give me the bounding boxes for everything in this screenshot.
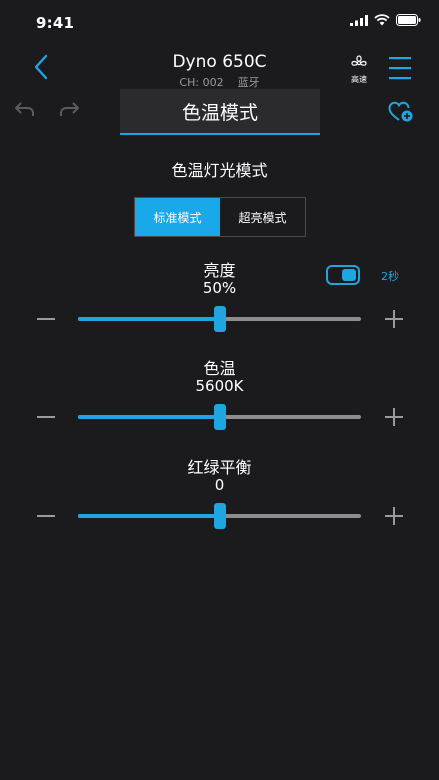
super-bright-mode-button[interactable]: 超亮模式 [220, 198, 305, 236]
brightness-increase-button[interactable] [385, 310, 403, 328]
gm-slider-fill [78, 514, 220, 518]
device-title-block: Dyno 650C CH: 002 蓝牙 [0, 52, 439, 90]
brightness-decrease-button[interactable] [37, 318, 55, 320]
fan-icon [351, 55, 367, 66]
gm-balance-label: 红绿平衡 [187, 458, 252, 477]
brightness-value: 50% [202, 279, 237, 297]
fade-duration[interactable]: 2秒 [381, 268, 399, 284]
gm-balance-value: 0 [214, 476, 225, 494]
undo-button[interactable] [14, 100, 36, 122]
standard-mode-button[interactable]: 标准模式 [135, 198, 220, 236]
brightness-slider-thumb[interactable] [213, 306, 226, 332]
cct-slider-thumb[interactable] [213, 404, 226, 430]
battery-icon [396, 14, 421, 26]
brightness-slider-fill [78, 317, 220, 321]
redo-icon [60, 102, 79, 116]
undo-icon [15, 102, 34, 116]
gm-slider-thumb[interactable] [213, 503, 226, 529]
device-subtitle: CH: 002 蓝牙 [0, 74, 439, 90]
gm-decrease-button[interactable] [37, 515, 55, 517]
light-mode-segmented-control: 标准模式 超亮模式 [134, 197, 306, 237]
add-favorite-button[interactable] [388, 101, 414, 127]
status-time: 9:41 [36, 14, 75, 32]
brightness-label: 亮度 [203, 261, 236, 280]
fade-toggle[interactable] [326, 265, 360, 285]
fan-mode-button[interactable]: 高速 [345, 55, 373, 85]
redo-button[interactable] [58, 100, 80, 122]
fan-mode-label: 高速 [351, 75, 367, 84]
cct-slider[interactable] [78, 404, 361, 430]
cct-increase-button[interactable] [385, 408, 403, 426]
light-mode-title: 色温灯光模式 [171, 161, 268, 180]
connection-label: 蓝牙 [237, 76, 260, 89]
cct-label: 色温 [203, 359, 236, 378]
gm-increase-button[interactable] [385, 507, 403, 525]
signal-icon [350, 14, 368, 26]
mode-title-tab[interactable]: 色温模式 [120, 89, 320, 135]
brightness-slider[interactable] [78, 306, 361, 332]
heart-add-icon [388, 101, 413, 122]
gm-slider[interactable] [78, 503, 361, 529]
fade-toggle-knob [342, 269, 356, 281]
device-name: Dyno 650C [172, 52, 267, 72]
cct-slider-fill [78, 415, 220, 419]
status-icons [350, 14, 421, 26]
wifi-icon [374, 14, 390, 26]
hamburger-menu-icon [389, 57, 411, 80]
menu-button[interactable] [388, 55, 412, 81]
cct-decrease-button[interactable] [37, 416, 55, 418]
channel-label: CH: 002 [179, 76, 224, 89]
cct-value: 5600K [195, 377, 244, 395]
